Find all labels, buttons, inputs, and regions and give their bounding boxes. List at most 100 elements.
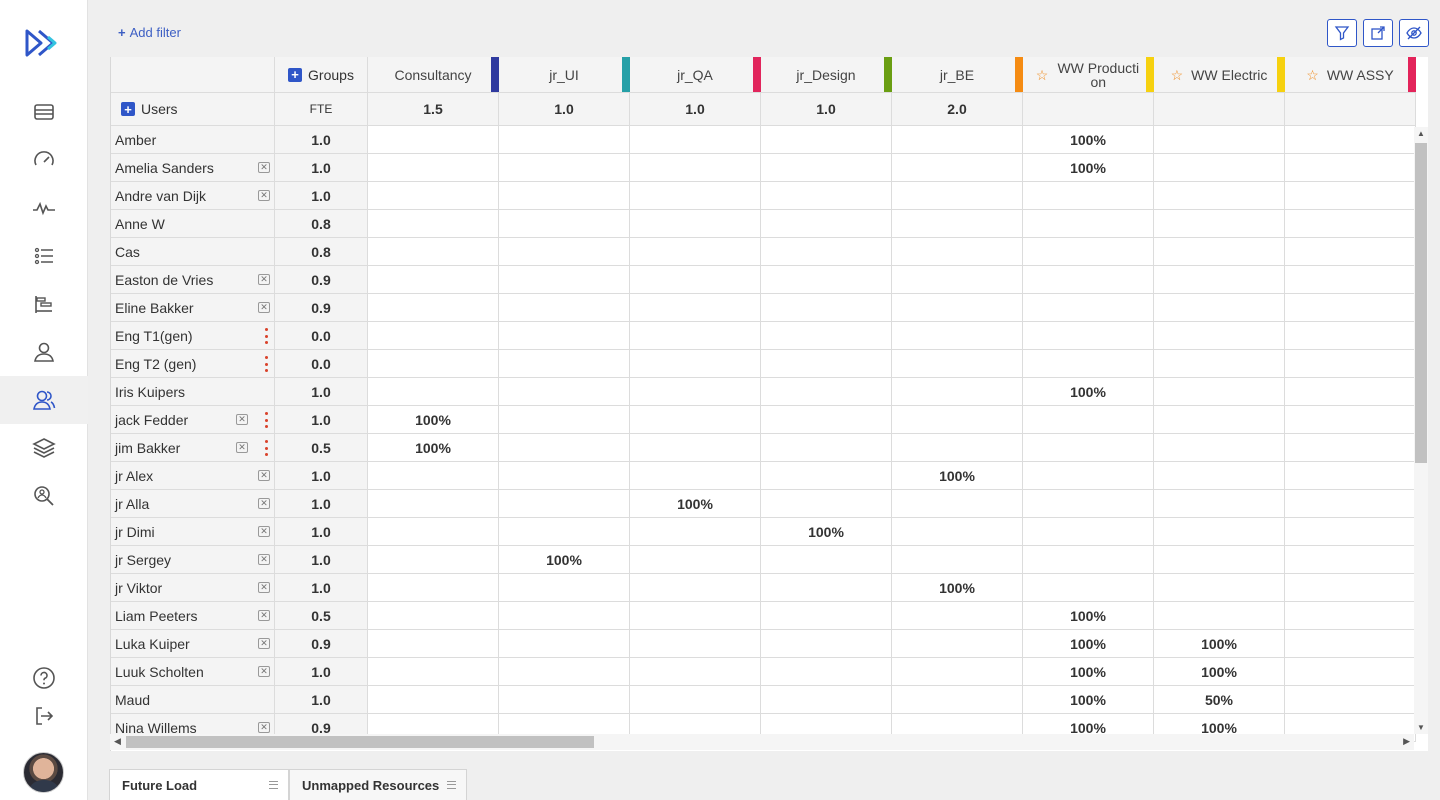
allocation-cell[interactable] — [1023, 210, 1154, 238]
allocation-cell[interactable] — [761, 434, 892, 462]
user-name-cell[interactable]: Cas — [111, 238, 275, 266]
allocation-cell[interactable] — [761, 266, 892, 294]
allocation-cell[interactable] — [630, 462, 761, 490]
allocation-cell[interactable] — [368, 490, 499, 518]
allocation-cell[interactable] — [630, 574, 761, 602]
allocation-cell[interactable] — [1285, 182, 1416, 210]
allocation-cell[interactable] — [892, 434, 1023, 462]
nav-list[interactable] — [0, 232, 88, 280]
allocation-cell[interactable] — [1285, 126, 1416, 154]
allocation-cell[interactable] — [892, 266, 1023, 294]
tab-menu-icon[interactable] — [447, 781, 456, 789]
allocation-cell[interactable] — [368, 546, 499, 574]
allocation-cell[interactable] — [1154, 322, 1285, 350]
allocation-cell[interactable] — [1154, 546, 1285, 574]
user-name-cell[interactable]: jack Fedder ✕ — [111, 406, 275, 434]
allocation-cell[interactable] — [1154, 294, 1285, 322]
allocation-cell[interactable] — [1023, 574, 1154, 602]
allocation-cell[interactable] — [499, 406, 630, 434]
remove-user-icon[interactable]: ✕ — [258, 162, 270, 173]
user-name-cell[interactable]: Eline Bakker ✕ — [111, 294, 275, 322]
allocation-cell[interactable] — [1285, 546, 1416, 574]
allocation-cell[interactable] — [499, 238, 630, 266]
allocation-cell[interactable]: 100% — [630, 490, 761, 518]
allocation-cell[interactable] — [1154, 490, 1285, 518]
more-options-icon[interactable] — [264, 356, 268, 372]
allocation-cell[interactable] — [630, 126, 761, 154]
allocation-cell[interactable] — [1285, 686, 1416, 714]
allocation-cell[interactable] — [630, 182, 761, 210]
scroll-up-icon[interactable]: ▲ — [1417, 129, 1425, 138]
allocation-cell[interactable]: 100% — [1023, 126, 1154, 154]
allocation-cell[interactable] — [630, 238, 761, 266]
user-name-cell[interactable]: Maud — [111, 686, 275, 714]
add-group-icon[interactable]: + — [288, 67, 303, 82]
allocation-cell[interactable] — [892, 322, 1023, 350]
allocation-cell[interactable] — [368, 294, 499, 322]
allocation-cell[interactable]: 100% — [892, 462, 1023, 490]
allocation-cell[interactable] — [368, 126, 499, 154]
remove-user-icon[interactable]: ✕ — [258, 582, 270, 593]
scroll-right-icon[interactable]: ▶ — [1403, 736, 1410, 747]
allocation-cell[interactable] — [1285, 630, 1416, 658]
allocation-cell[interactable] — [761, 154, 892, 182]
allocation-cell[interactable] — [499, 182, 630, 210]
allocation-cell[interactable] — [1285, 602, 1416, 630]
nav-search[interactable] — [0, 472, 88, 520]
allocation-cell[interactable] — [761, 574, 892, 602]
allocation-cell[interactable]: 100% — [368, 406, 499, 434]
allocation-cell[interactable] — [1285, 210, 1416, 238]
allocation-cell[interactable] — [630, 294, 761, 322]
allocation-cell[interactable] — [1154, 126, 1285, 154]
user-name-cell[interactable]: jr Alex ✕ — [111, 462, 275, 490]
allocation-cell[interactable] — [499, 462, 630, 490]
allocation-cell[interactable] — [499, 266, 630, 294]
allocation-cell[interactable] — [761, 294, 892, 322]
allocation-cell[interactable]: 100% — [1023, 630, 1154, 658]
tab-unmapped-resources[interactable]: Unmapped Resources — [289, 769, 467, 800]
allocation-cell[interactable] — [892, 238, 1023, 266]
allocation-cell[interactable] — [761, 658, 892, 686]
allocation-cell[interactable] — [368, 378, 499, 406]
allocation-cell[interactable] — [1023, 490, 1154, 518]
nav-timeline[interactable] — [0, 280, 88, 328]
user-name-cell[interactable]: Easton de Vries ✕ — [111, 266, 275, 294]
allocation-cell[interactable] — [892, 686, 1023, 714]
allocation-cell[interactable] — [1154, 350, 1285, 378]
allocation-cell[interactable]: 50% — [1154, 686, 1285, 714]
allocation-cell[interactable] — [630, 658, 761, 686]
allocation-cell[interactable] — [1154, 378, 1285, 406]
column-header[interactable]: jr_UI — [499, 57, 630, 93]
allocation-cell[interactable] — [761, 630, 892, 658]
allocation-cell[interactable] — [1154, 210, 1285, 238]
avatar[interactable] — [23, 752, 64, 793]
nav-resources[interactable] — [0, 376, 88, 424]
allocation-cell[interactable] — [368, 322, 499, 350]
allocation-cell[interactable] — [630, 378, 761, 406]
allocation-cell[interactable] — [499, 350, 630, 378]
filter-button[interactable] — [1327, 19, 1357, 47]
allocation-cell[interactable] — [499, 126, 630, 154]
allocation-cell[interactable] — [892, 126, 1023, 154]
scroll-down-icon[interactable]: ▼ — [1417, 723, 1425, 732]
allocation-cell[interactable] — [761, 490, 892, 518]
allocation-cell[interactable] — [1285, 518, 1416, 546]
allocation-cell[interactable]: 100% — [892, 574, 1023, 602]
column-header[interactable]: ☆ WW ASSY — [1285, 57, 1416, 93]
remove-user-icon[interactable]: ✕ — [258, 638, 270, 649]
users-header[interactable]: + Users — [111, 93, 275, 126]
app-logo-icon[interactable] — [24, 28, 64, 58]
allocation-cell[interactable] — [1154, 238, 1285, 266]
allocation-cell[interactable] — [1023, 406, 1154, 434]
allocation-cell[interactable] — [1154, 406, 1285, 434]
allocation-cell[interactable] — [368, 602, 499, 630]
allocation-cell[interactable] — [499, 154, 630, 182]
allocation-cell[interactable] — [761, 378, 892, 406]
allocation-cell[interactable] — [630, 210, 761, 238]
allocation-cell[interactable]: 100% — [368, 434, 499, 462]
column-header[interactable]: jr_Design — [761, 57, 892, 93]
allocation-cell[interactable] — [761, 462, 892, 490]
allocation-cell[interactable] — [1154, 266, 1285, 294]
allocation-cell[interactable]: 100% — [1023, 154, 1154, 182]
allocation-cell[interactable] — [368, 658, 499, 686]
